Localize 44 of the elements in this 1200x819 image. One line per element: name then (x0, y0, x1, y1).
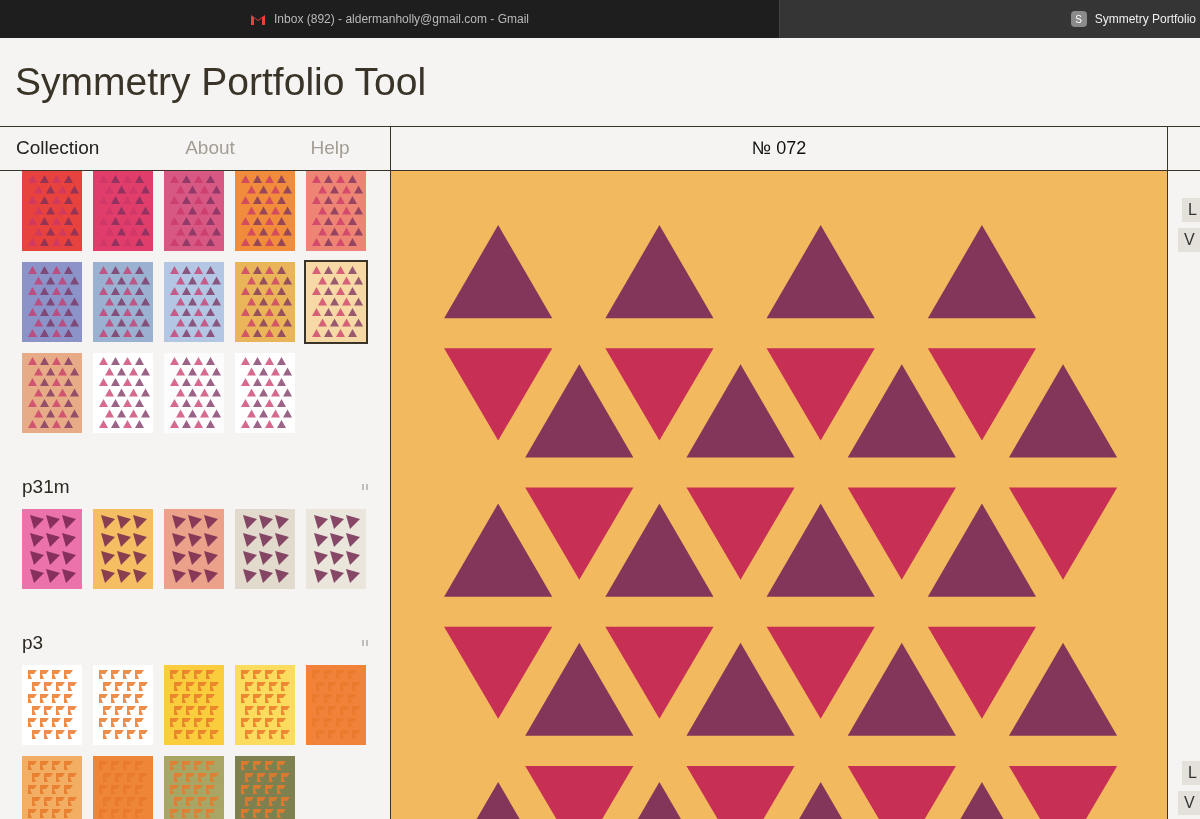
pattern-thumbnail[interactable] (93, 353, 153, 433)
tab-title: Inbox (892) - aldermanholly@gmail.com - Gmail (274, 11, 529, 28)
toggle-icon[interactable] (362, 484, 368, 490)
control-button[interactable]: L (1182, 198, 1200, 222)
pattern-thumbnail[interactable] (235, 262, 295, 342)
pattern-thumbnail[interactable] (93, 262, 153, 342)
pattern-thumbnail[interactable] (306, 171, 366, 251)
pattern-thumbnail[interactable] (93, 171, 153, 251)
pattern-thumbnail[interactable] (93, 756, 153, 819)
pattern-thumbnail[interactable] (22, 262, 82, 342)
pattern-thumbnail[interactable] (306, 665, 366, 745)
pattern-thumbnail[interactable] (235, 665, 295, 745)
control-button[interactable]: V (1178, 791, 1200, 815)
pattern-thumbnail[interactable] (164, 171, 224, 251)
pattern-thumbnail[interactable] (235, 353, 295, 433)
pattern-thumbnail[interactable] (164, 665, 224, 745)
app-title: Symmetry Portfolio Tool (15, 58, 427, 105)
control-button[interactable]: L (1182, 761, 1200, 785)
pattern-thumbnail[interactable] (22, 509, 82, 589)
section-title: p3 (22, 630, 44, 655)
pattern-thumbnail[interactable] (306, 509, 366, 589)
mail-icon (250, 13, 267, 25)
pattern-thumbnail[interactable] (164, 262, 224, 342)
pattern-thumbnail[interactable] (164, 509, 224, 589)
control-button[interactable]: V (1178, 228, 1200, 252)
pattern-thumbnail[interactable] (164, 756, 224, 819)
pattern-thumbnail[interactable] (93, 509, 153, 589)
nav-tab[interactable]: Collection (0, 134, 150, 163)
pattern-number: № 072 (751, 137, 807, 160)
pattern-thumbnail[interactable] (306, 262, 366, 342)
browser-tab[interactable]: S Symmetry Portfolio (780, 0, 1200, 38)
toggle-icon[interactable] (362, 640, 368, 646)
site-favicon: S (1070, 11, 1087, 27)
pattern-thumbnail[interactable] (22, 665, 82, 745)
tab-title: Symmetry Portfolio (1094, 11, 1196, 28)
pattern-thumbnail[interactable] (22, 171, 82, 251)
section-title: p31m (22, 474, 70, 499)
pattern-thumbnail[interactable] (235, 756, 295, 819)
pattern-thumbnail[interactable] (235, 171, 295, 251)
pattern-thumbnail[interactable] (22, 353, 82, 433)
pattern-thumbnail[interactable] (164, 353, 224, 433)
pattern-thumbnail[interactable] (235, 509, 295, 589)
pattern-thumbnail[interactable] (22, 756, 82, 819)
pattern-thumbnail[interactable] (93, 665, 153, 745)
